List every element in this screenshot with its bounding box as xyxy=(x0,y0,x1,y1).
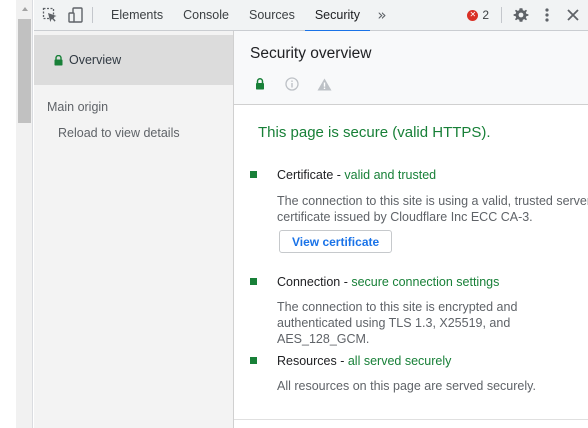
heading-separator: - xyxy=(340,275,352,289)
sidebar-item-label: Overview xyxy=(69,53,122,67)
error-icon: ✕ xyxy=(467,9,479,21)
sidebar-item-reload[interactable]: Reload to view details xyxy=(58,126,180,140)
status-bullet xyxy=(250,171,257,178)
resources-status: all served securely xyxy=(347,354,452,368)
settings-button[interactable] xyxy=(508,0,534,31)
devtools-panel: Elements Console Sources Security » ✕ 2 xyxy=(34,0,588,428)
device-toolbar-icon[interactable] xyxy=(66,5,86,25)
security-overview-header: Security overview xyxy=(234,31,588,105)
tab-sources[interactable]: Sources xyxy=(239,0,305,31)
error-count: 2 xyxy=(482,8,489,22)
more-tabs-button[interactable]: » xyxy=(370,0,394,31)
close-devtools-button[interactable] xyxy=(560,0,586,31)
status-bullet xyxy=(250,357,257,364)
sidebar-group-main-origin: Main origin xyxy=(47,100,109,114)
security-sidebar: Overview Main origin Reload to view deta… xyxy=(34,31,234,428)
close-icon xyxy=(567,9,579,21)
info-icon xyxy=(284,76,300,92)
sidebar-item-overview[interactable]: Overview xyxy=(34,35,233,85)
connection-heading: Connection - secure connection settings xyxy=(277,275,499,289)
security-main-panel: Security overview This page is secure (v… xyxy=(234,31,588,428)
connection-status: secure connection settings xyxy=(351,275,500,289)
kebab-menu-icon xyxy=(545,8,549,22)
more-options-button[interactable] xyxy=(534,0,560,31)
devtools-toolbar: Elements Console Sources Security » ✕ 2 xyxy=(34,0,588,32)
lock-icon xyxy=(252,76,268,92)
scrollbar-thumb[interactable] xyxy=(18,19,31,123)
inspect-element-icon[interactable] xyxy=(40,5,60,25)
certificate-description: The connection to this site is using a v… xyxy=(277,194,588,224)
certificate-heading: Certificate - valid and trusted xyxy=(277,168,436,182)
view-certificate-button[interactable]: View certificate xyxy=(279,230,393,253)
panel-divider xyxy=(234,419,588,420)
connection-description: The connection to this site is encrypted… xyxy=(277,300,518,346)
heading-separator: - xyxy=(333,168,345,182)
connection-label: Connection xyxy=(277,275,341,289)
toolbar-divider xyxy=(92,7,93,23)
certificate-label: Certificate xyxy=(277,168,334,182)
warning-icon xyxy=(316,76,332,92)
lock-icon xyxy=(54,54,63,66)
status-bullet xyxy=(250,278,257,285)
toolbar-divider xyxy=(501,7,502,23)
resources-heading: Resources - all served securely xyxy=(277,354,451,368)
resources-label: Resources xyxy=(277,354,337,368)
tab-security[interactable]: Security xyxy=(304,0,371,32)
tab-console[interactable]: Console xyxy=(173,0,239,31)
resources-description: All resources on this page are served se… xyxy=(277,379,536,393)
tab-elements[interactable]: Elements xyxy=(101,0,173,31)
security-status-icons xyxy=(252,76,348,92)
security-summary: This page is secure (valid HTTPS). xyxy=(258,124,491,141)
certificate-status: valid and trusted xyxy=(344,168,437,182)
gear-icon xyxy=(513,8,529,22)
chevron-up-icon xyxy=(21,7,28,11)
heading-separator: - xyxy=(336,354,348,368)
page-title: Security overview xyxy=(250,45,372,62)
error-counter[interactable]: ✕ 2 xyxy=(461,0,495,31)
scroll-up-button[interactable] xyxy=(16,0,33,18)
